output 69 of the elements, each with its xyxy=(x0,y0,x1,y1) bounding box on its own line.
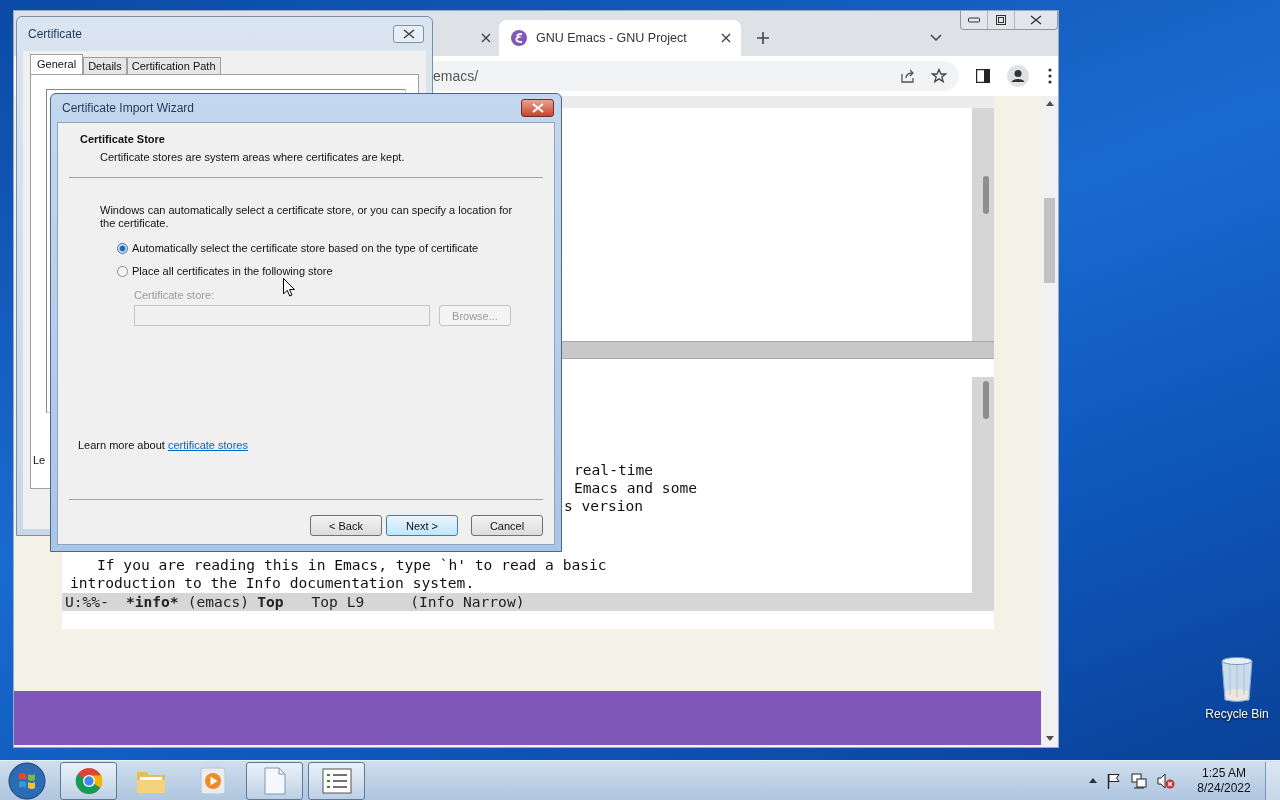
scrollbar[interactable] xyxy=(972,377,994,593)
close-button[interactable] xyxy=(393,25,424,43)
text-line: If you are reading this in Emacs, type `h' to read a basic xyxy=(97,556,608,574)
text-line: Emacs and some xyxy=(574,479,698,497)
dialog-tab[interactable]: Certification Path xyxy=(126,57,221,74)
cursor-icon xyxy=(283,278,295,297)
text-line: real-time xyxy=(574,461,655,479)
list-icon xyxy=(321,766,352,795)
dialog-tab[interactable]: General xyxy=(30,54,84,74)
icon-label: Recycle Bin xyxy=(1205,707,1269,721)
window-title: Certificate xyxy=(28,27,83,41)
field-label: Certificate store: xyxy=(134,289,216,301)
radio-option[interactable]: Automatically select the certificate store based on the type of certificate xyxy=(117,242,554,254)
muted-speaker-icon[interactable] xyxy=(1157,772,1175,789)
radio-button[interactable] xyxy=(117,242,128,254)
profile-icon[interactable] xyxy=(1007,65,1029,87)
close-button[interactable] xyxy=(521,99,554,117)
dialog-button[interactable]: Next > xyxy=(386,515,458,536)
taskbar-button[interactable] xyxy=(60,761,117,800)
media-player-icon xyxy=(197,766,228,795)
radio-option[interactable]: Place all certificates in the following store xyxy=(117,265,554,277)
chevron-down-icon[interactable] xyxy=(930,34,942,42)
scrollbar[interactable] xyxy=(972,108,994,341)
browser-icon xyxy=(73,766,104,795)
side-panel-icon[interactable] xyxy=(976,69,990,83)
scrollbar-thumb[interactable] xyxy=(983,176,989,214)
taskbar-button[interactable] xyxy=(246,761,303,800)
trash-bin-icon[interactable] xyxy=(1219,655,1255,703)
text-line: introduction to the Info documentation system. xyxy=(70,574,476,592)
start-button[interactable] xyxy=(7,760,47,800)
new-tab-icon[interactable] xyxy=(756,31,770,45)
scrollbar-thumb[interactable] xyxy=(1044,198,1055,283)
section-description: Certificate stores are system areas where certificates are kept. xyxy=(100,151,406,163)
close-icon xyxy=(531,103,544,113)
scrollbar-thumb[interactable] xyxy=(983,381,989,419)
scroll-down-icon[interactable] xyxy=(1045,736,1054,741)
dialog-button[interactable]: < Back xyxy=(310,515,382,536)
window-title: Certificate Import Wizard xyxy=(62,101,195,115)
help-text: Learn more about certificate stores xyxy=(78,439,249,451)
help-link[interactable]: certificate stores xyxy=(167,439,248,451)
dialog-button[interactable]: Cancel xyxy=(471,515,543,536)
instruction-text: Windows can automatically select a certificate store, or you can specify a location for the certificate. xyxy=(100,204,514,230)
radio-button[interactable] xyxy=(117,265,128,277)
clock[interactable]: 1:25 AM 8/24/2022 xyxy=(1193,765,1255,796)
clock-time: 1:25 AM xyxy=(1202,765,1246,781)
browser-tab[interactable]: GNU Emacs - GNU Project xyxy=(499,20,741,56)
close-icon xyxy=(402,29,415,39)
close-icon[interactable] xyxy=(481,33,491,43)
share-icon[interactable] xyxy=(900,68,916,84)
link-text: Le xyxy=(33,454,46,466)
scrollbar[interactable] xyxy=(1041,96,1058,747)
section-heading: Certificate Store xyxy=(80,133,166,145)
scroll-up-icon[interactable] xyxy=(1045,101,1054,106)
taskbar-button[interactable] xyxy=(308,761,365,800)
restore-icon xyxy=(996,15,1006,25)
text-line: s version xyxy=(564,497,645,515)
flag-icon[interactable] xyxy=(1107,772,1121,789)
site-icon xyxy=(511,30,527,46)
clock-date: 8/24/2022 xyxy=(1197,780,1251,796)
star-icon[interactable] xyxy=(931,68,947,84)
dialog-tab[interactable]: Details xyxy=(83,57,127,74)
menu-icon[interactable] xyxy=(1048,68,1052,84)
network-icon[interactable] xyxy=(1131,772,1147,789)
close-icon[interactable] xyxy=(721,33,731,43)
option-label: Automatically select the certificate store based on the type of certificate xyxy=(132,242,479,254)
show-hidden-icon[interactable] xyxy=(1089,778,1097,783)
close-icon xyxy=(1030,15,1042,25)
minimize-icon xyxy=(968,17,980,23)
option-label: Place all certificates in the following store xyxy=(132,265,333,277)
